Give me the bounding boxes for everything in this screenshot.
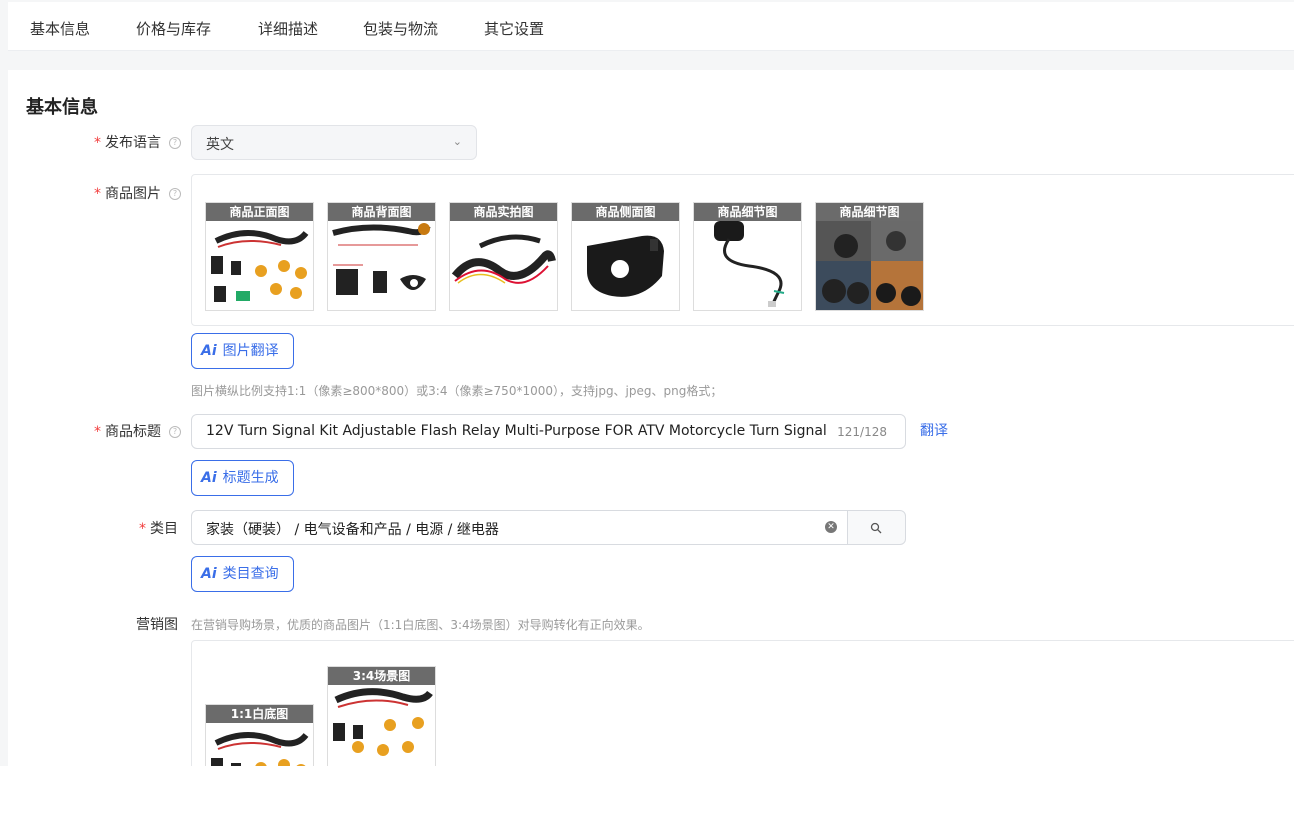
title-char-counter: 121/128 (837, 425, 887, 439)
title-label: * 商品标题? (86, 421, 181, 441)
language-select[interactable]: 英文 ⌄ (191, 125, 477, 160)
image-caption: 商品背面图 (328, 203, 435, 221)
tab-other-settings[interactable]: 其它设置 (484, 18, 544, 39)
marketing-image-square[interactable]: 1:1白底图 (205, 704, 314, 766)
switch-housing-image (587, 235, 664, 297)
language-value: 英文 (206, 137, 234, 153)
marketing-image-portrait[interactable]: 3:4场景图 (327, 666, 436, 766)
title-generate-button[interactable]: Ai 标题生成 (191, 460, 294, 496)
product-image-detail-2[interactable]: 商品细节图 (815, 202, 924, 311)
translate-link[interactable]: 翻译 (920, 420, 948, 440)
dimension-diagram-image (332, 223, 431, 295)
tab-packaging-logistics[interactable]: 包装与物流 (363, 18, 438, 39)
tab-basic-info[interactable]: 基本信息 (30, 18, 90, 39)
required-mark: * (94, 135, 101, 151)
product-image-back[interactable]: 商品背面图 (327, 202, 436, 311)
form-panel: 基本信息 * 发布语言? 英文 ⌄ * 商品图片? 商品正面图 商品背面图 商品… (8, 70, 1294, 766)
product-image-detail-1[interactable]: 商品细节图 (693, 202, 802, 311)
image-caption: 1:1白底图 (206, 705, 313, 723)
category-label-text: 类目 (150, 521, 178, 537)
title-value: 12V Turn Signal Kit Adjustable Flash Rel… (206, 423, 827, 439)
title-generate-label: 标题生成 (222, 470, 279, 486)
language-label: * 发布语言? (86, 132, 181, 152)
marketing-hint: 在营销导购场景，优质的商品图片（1:1白底图、3:4场景图）对导购转化有正向效果… (191, 618, 650, 632)
category-query-label: 类目查询 (222, 566, 279, 582)
category-query-button[interactable]: Ai 类目查询 (191, 556, 294, 592)
marketing-label: 营销图 (136, 617, 178, 633)
help-icon[interactable]: ? (169, 426, 181, 438)
help-icon[interactable]: ? (169, 137, 181, 149)
scene-image (333, 688, 433, 756)
image-format-hint: 图片横纵比例支持1:1（像素≥800*800）或3:4（像素≥750*1000）… (191, 384, 723, 398)
ai-icon: Ai (201, 343, 217, 359)
product-image-side[interactable]: 商品侧面图 (571, 202, 680, 311)
image-caption: 3:4场景图 (328, 667, 435, 685)
product-images-box: 商品正面图 商品背面图 商品实拍图 商品侧面图 商品细节图 商品细节图 (191, 174, 1294, 326)
tab-bar: 基本信息 价格与库存 详细描述 包装与物流 其它设置 (8, 2, 1294, 51)
ai-icon: Ai (201, 566, 217, 582)
chevron-down-icon: ⌄ (452, 135, 462, 148)
search-icon (870, 522, 882, 534)
title-input[interactable]: 12V Turn Signal Kit Adjustable Flash Rel… (191, 414, 906, 449)
image-caption: 商品侧面图 (572, 203, 679, 221)
switch-with-wires-image (714, 221, 785, 307)
section-title: 基本信息 (26, 97, 98, 118)
category-value: 家装（硬装） / 电气设备和产品 / 电源 / 继电器 (206, 522, 499, 538)
turn-signal-kit-image (211, 229, 309, 302)
required-mark: * (94, 424, 101, 440)
required-mark: * (139, 521, 146, 537)
title-label-text: 商品标题 (105, 424, 161, 440)
motorcycle-photo-image (816, 221, 923, 310)
category-label: * 类目 (86, 518, 178, 538)
ai-icon: Ai (201, 470, 217, 486)
help-icon[interactable]: ? (169, 188, 181, 200)
image-caption: 商品细节图 (816, 203, 923, 221)
image-translate-label: 图片翻译 (222, 343, 279, 359)
white-background-image (211, 731, 309, 766)
wire-harness-image (451, 234, 556, 284)
product-image-real[interactable]: 商品实拍图 (449, 202, 558, 311)
marketing-images-box: 1:1白底图 3:4场景图 (191, 640, 1294, 766)
category-search-button[interactable] (847, 510, 906, 545)
image-caption: 商品正面图 (206, 203, 313, 221)
image-caption: 商品细节图 (694, 203, 801, 221)
required-mark: * (94, 186, 101, 202)
image-translate-button[interactable]: Ai 图片翻译 (191, 333, 294, 369)
page-footer-blank (0, 766, 1294, 826)
images-label-text: 商品图片 (105, 186, 161, 202)
image-caption: 商品实拍图 (450, 203, 557, 221)
clear-icon[interactable]: ✕ (825, 521, 837, 533)
product-image-front[interactable]: 商品正面图 (205, 202, 314, 311)
language-label-text: 发布语言 (105, 135, 161, 151)
category-input[interactable]: 家装（硬装） / 电气设备和产品 / 电源 / 继电器 ✕ (191, 510, 848, 545)
tab-description[interactable]: 详细描述 (258, 18, 318, 39)
tab-price-stock[interactable]: 价格与库存 (136, 18, 211, 39)
images-label: * 商品图片? (86, 183, 181, 203)
